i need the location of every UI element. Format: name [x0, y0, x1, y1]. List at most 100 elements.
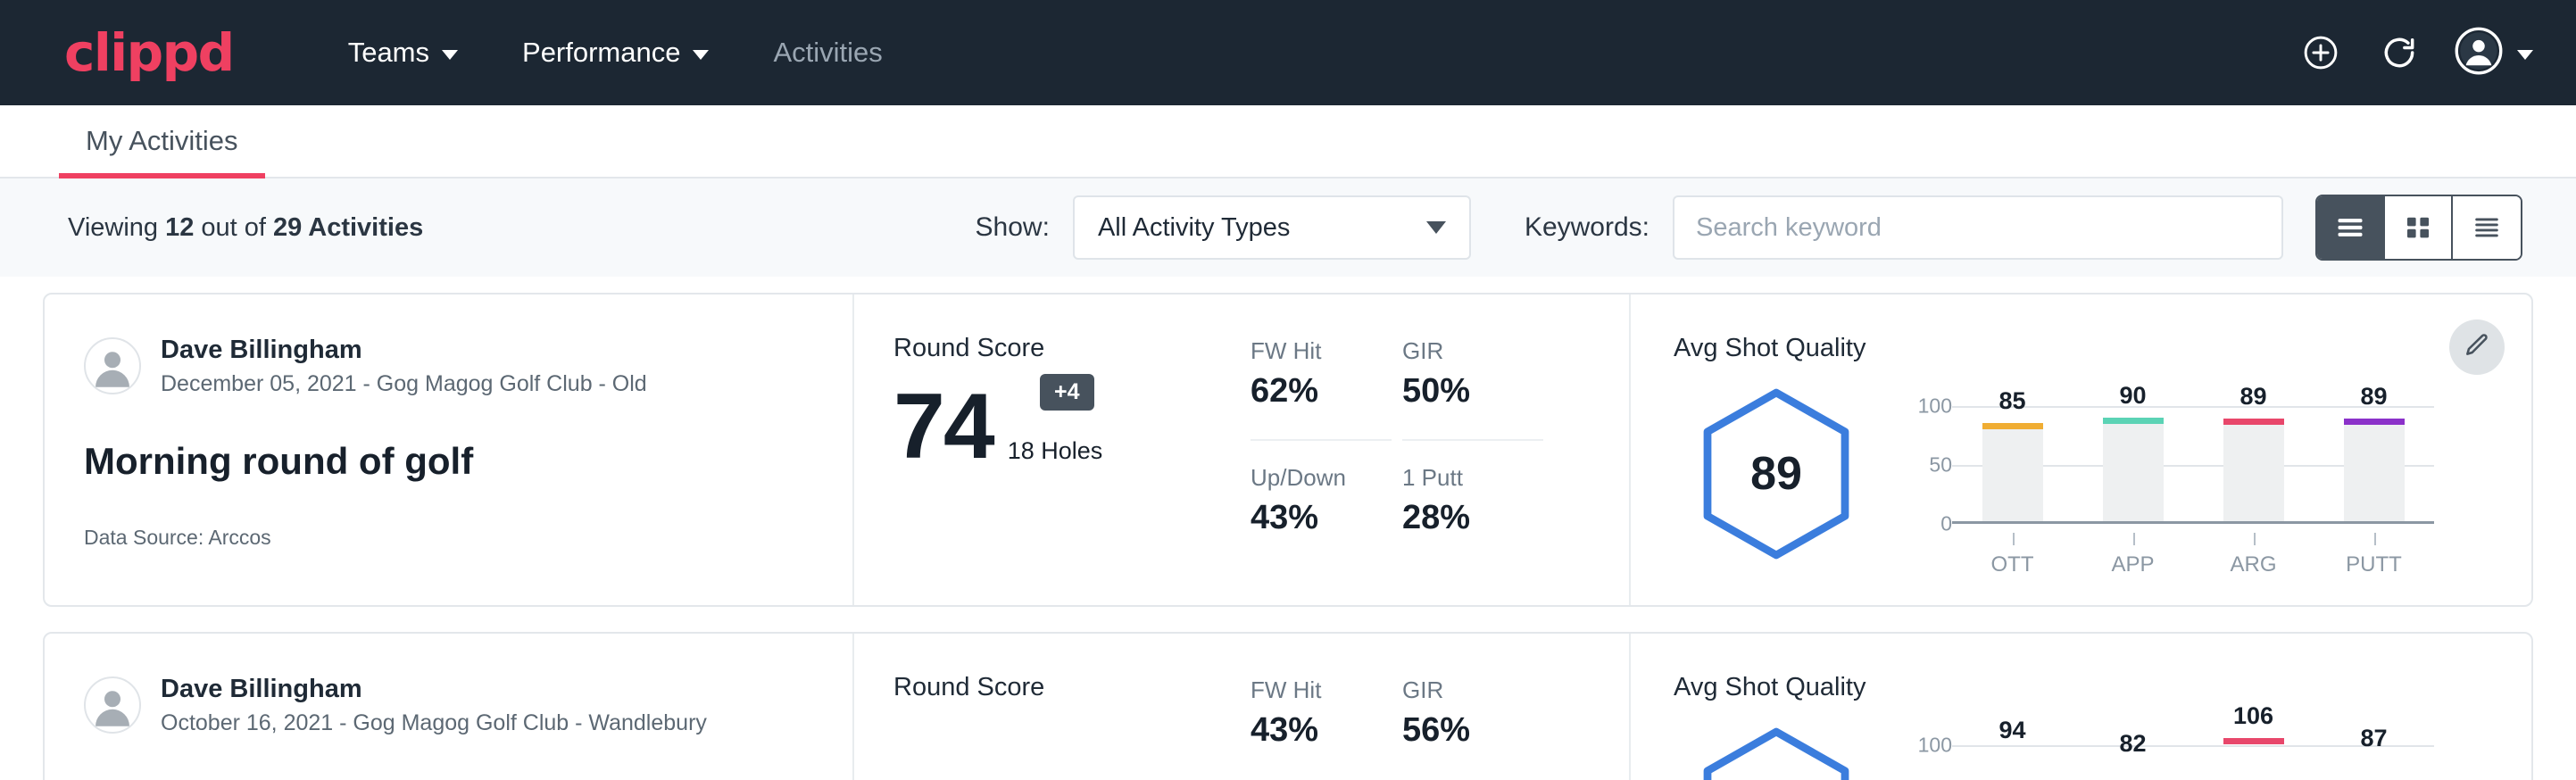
nav-item-performance[interactable]: Performance	[490, 28, 741, 78]
activity-card[interactable]: Dave Billingham December 05, 2021 - Gog …	[43, 293, 2533, 607]
nav-item-activities[interactable]: Activities	[741, 28, 914, 78]
bar-value: 89	[2223, 383, 2284, 411]
quality-body: 100 94 82	[1674, 726, 2492, 780]
score-differential-badge: +4	[1040, 374, 1094, 411]
holes-label: 18 Holes	[1008, 437, 1103, 470]
nav-item-teams-label: Teams	[348, 37, 429, 69]
bar-column-putt: 89	[2344, 406, 2405, 521]
activity-card-list: Dave Billingham December 05, 2021 - Gog …	[0, 277, 2576, 780]
activity-card-quality: Avg Shot Quality 100	[1629, 634, 2531, 780]
bar-cap	[2344, 419, 2405, 425]
activity-user: Dave Billingham December 05, 2021 - Gog …	[84, 334, 826, 399]
nav-item-performance-label: Performance	[522, 37, 680, 69]
stat-gir: GIR 50%	[1402, 337, 1543, 441]
stat-value: 43%	[1251, 711, 1392, 750]
bar-column-putt: 87	[2344, 745, 2405, 780]
add-icon[interactable]	[2298, 29, 2344, 76]
stat-label: FW Hit	[1251, 676, 1392, 704]
avg-shot-quality-label: Avg Shot Quality	[1674, 673, 2492, 702]
chevron-down-icon	[442, 50, 458, 60]
hexagon-shape	[1698, 726, 1855, 780]
stat-value: 28%	[1402, 499, 1543, 537]
tab-bar: My Activities	[0, 105, 2576, 178]
stat-fw-hit: FW Hit 62%	[1251, 337, 1392, 441]
activity-card-score: Round Score 74 +4 18 Holes FW Hit 62% GI…	[852, 295, 1629, 605]
chevron-down-icon	[1426, 221, 1446, 234]
x-tick-label: OTT	[1982, 552, 2043, 577]
chart-plot-area: 94 82 106	[1952, 745, 2434, 780]
chevron-down-icon	[693, 50, 709, 60]
activity-card-info: Dave Billingham October 16, 2021 - Gog M…	[45, 634, 852, 780]
bar: 82	[2103, 766, 2164, 780]
nav-actions	[2298, 27, 2533, 79]
round-score-label: Round Score	[893, 673, 1251, 702]
bar-column-ott: 85	[1982, 406, 2043, 521]
grid-view-button[interactable]	[2385, 196, 2453, 259]
round-score-label: Round Score	[893, 334, 1251, 363]
round-score-block: Round Score 74 +4 18 Holes	[893, 334, 1251, 566]
stat-label: Up/Down	[1251, 464, 1392, 492]
account-circle-icon	[2455, 27, 2503, 79]
user-name: Dave Billingham	[161, 334, 647, 366]
bar-value: 85	[1982, 387, 2043, 415]
filter-toolbar: Viewing 12 out of 29 Activities Show: Al…	[0, 178, 2576, 277]
round-score-value-row: 74 +4 18 Holes	[893, 385, 1251, 470]
stat-value: 56%	[1402, 711, 1543, 750]
stat-label: GIR	[1402, 676, 1543, 704]
show-label: Show:	[976, 212, 1050, 243]
bar: 94	[1982, 752, 2043, 780]
bar-value: 82	[2103, 730, 2164, 758]
stat-value: 43%	[1251, 499, 1392, 537]
shot-quality-hexagon	[1674, 726, 1879, 780]
tab-my-activities[interactable]: My Activities	[59, 125, 265, 177]
chart-y-axis: 100 50 0	[1902, 406, 1952, 524]
activity-type-select[interactable]: All Activity Types	[1073, 195, 1471, 260]
x-tick-label: APP	[2103, 552, 2164, 577]
activity-title: Morning round of golf	[84, 440, 826, 483]
user-name: Dave Billingham	[161, 673, 707, 705]
bar-value: 94	[1982, 717, 2043, 744]
account-menu[interactable]	[2455, 27, 2533, 79]
y-tick: 100	[1918, 734, 1952, 758]
round-stats-grid: FW Hit 62% GIR 50% Up/Down 43% 1 Putt 28…	[1251, 337, 1543, 566]
y-tick: 0	[1940, 512, 1952, 536]
stat-gir: GIR 56%	[1402, 676, 1543, 780]
edit-activity-button[interactable]	[2449, 319, 2505, 375]
bar-cap	[1982, 423, 2043, 429]
primary-nav: Teams Performance Activities	[316, 28, 915, 78]
list-view-button[interactable]	[2317, 196, 2385, 259]
refresh-icon[interactable]	[2376, 29, 2422, 76]
activity-card-score: Round Score FW Hit 43% GIR 56%	[852, 634, 1629, 780]
viewing-count-text: Viewing 12 out of 29 Activities	[68, 213, 423, 243]
bar-value: 106	[2223, 702, 2284, 730]
bar-column-app: 82	[2103, 745, 2164, 780]
stat-up-down: Up/Down 43%	[1251, 464, 1392, 566]
clippd-logo[interactable]: clippd	[64, 27, 234, 79]
round-score-value: 74	[893, 385, 993, 470]
activity-meta: October 16, 2021 - Gog Magog Golf Club -…	[161, 709, 707, 738]
compact-view-button[interactable]	[2453, 196, 2521, 259]
shot-quality-hexagon: 89	[1674, 386, 1879, 561]
search-input[interactable]	[1673, 195, 2283, 260]
activity-card[interactable]: Dave Billingham October 16, 2021 - Gog M…	[43, 632, 2533, 780]
pencil-icon	[2463, 331, 2491, 364]
bar-value: 89	[2344, 383, 2405, 411]
view-mode-toggle-group	[2315, 195, 2522, 261]
stat-fw-hit: FW Hit 43%	[1251, 676, 1392, 780]
activity-user: Dave Billingham October 16, 2021 - Gog M…	[84, 673, 826, 738]
bar-column-ott: 94	[1982, 745, 2043, 780]
avg-shot-quality-label: Avg Shot Quality	[1674, 334, 2492, 363]
stat-label: FW Hit	[1251, 337, 1392, 365]
bar: 89	[2223, 419, 2284, 521]
bar-cap	[2223, 419, 2284, 425]
bar: 87	[2344, 760, 2405, 780]
stat-label: 1 Putt	[1402, 464, 1543, 492]
chart-bars: 94 82 106	[1952, 745, 2434, 780]
bar-cap	[2223, 738, 2284, 744]
chevron-down-icon	[2517, 50, 2533, 60]
round-score-block: Round Score	[893, 673, 1251, 780]
bar: 85	[1982, 423, 2043, 521]
round-stats-grid: FW Hit 43% GIR 56%	[1251, 676, 1543, 780]
bar: 89	[2344, 419, 2405, 521]
nav-item-teams[interactable]: Teams	[316, 28, 490, 78]
